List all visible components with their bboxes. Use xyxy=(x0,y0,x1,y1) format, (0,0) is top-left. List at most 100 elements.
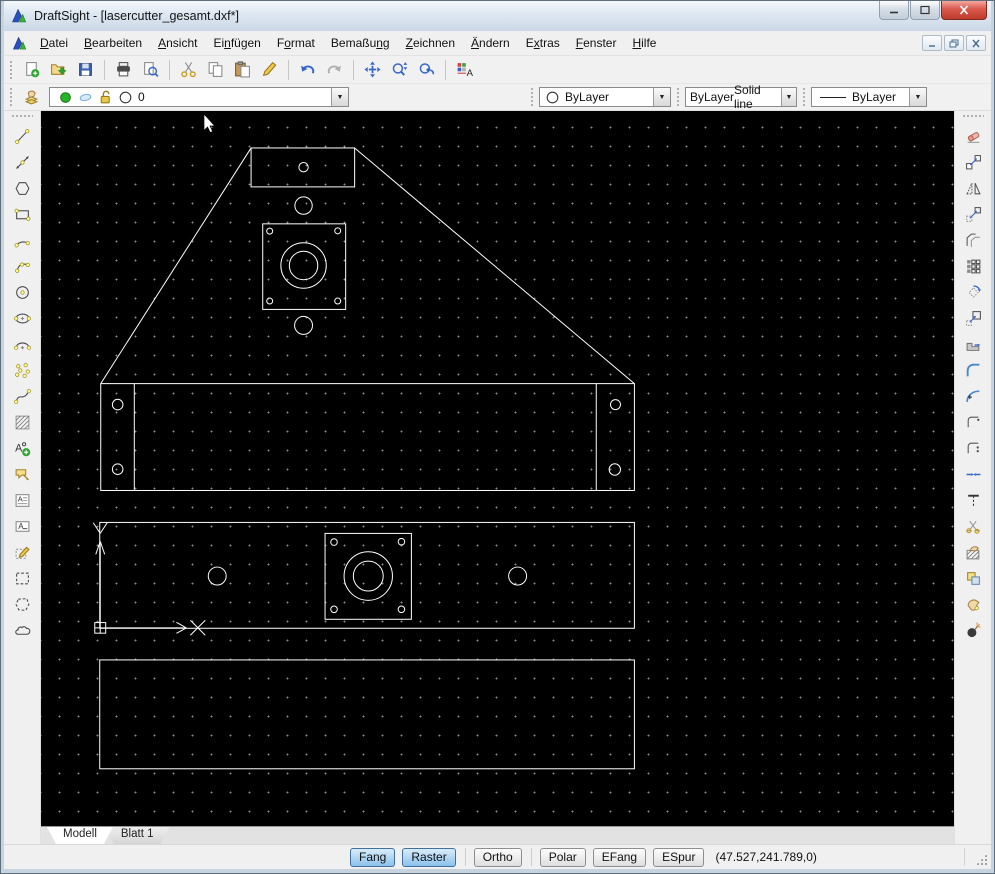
simple-note-tool-button[interactable]: A xyxy=(9,513,36,539)
paste-button[interactable] xyxy=(229,58,256,82)
point-tool-button[interactable] xyxy=(9,357,36,383)
menu-ansicht[interactable]: Ansicht xyxy=(150,32,205,54)
arc-tool-button[interactable] xyxy=(9,227,36,253)
mdi-close-button[interactable] xyxy=(966,35,986,51)
line-style-combo[interactable]: ByLayer Solid line ▼ xyxy=(685,87,797,107)
copy-button[interactable] xyxy=(202,58,229,82)
menu-format[interactable]: Format xyxy=(269,32,323,54)
undo-button[interactable] xyxy=(294,58,321,82)
split-tool-button[interactable] xyxy=(960,513,987,539)
toggle-fang[interactable]: Fang xyxy=(350,848,395,867)
power-trim-tool-button[interactable] xyxy=(960,487,987,513)
menu-bearbeiten[interactable]: Bearbeiten xyxy=(76,32,150,54)
zoom-previous-button[interactable] xyxy=(413,58,440,82)
toggle-raster[interactable]: Raster xyxy=(402,848,455,867)
mdi-minimize-button[interactable] xyxy=(922,35,942,51)
redo-button[interactable] xyxy=(321,58,348,82)
ellipse-tool-button[interactable] xyxy=(9,305,36,331)
menu--ndern[interactable]: Ändern xyxy=(463,32,518,54)
line-weight-combo[interactable]: ByLayer ▼ xyxy=(811,87,927,107)
rotate-tool-button[interactable] xyxy=(960,279,987,305)
cut-button[interactable] xyxy=(175,58,202,82)
close-button[interactable] xyxy=(941,1,987,20)
layers-manager-button[interactable] xyxy=(18,85,45,109)
menu-extras[interactable]: Extras xyxy=(518,32,568,54)
revision-cloud-tool-button[interactable] xyxy=(9,617,36,643)
round-edges-tool-button[interactable] xyxy=(960,409,987,435)
circle-tool-button[interactable] xyxy=(9,279,36,305)
delete-tool-button[interactable] xyxy=(960,123,987,149)
menu-zeichnen[interactable]: Zeichnen xyxy=(398,32,463,54)
print-preview-button[interactable] xyxy=(137,58,164,82)
draw-toolbar-drag-handle[interactable] xyxy=(11,114,33,119)
menu-fenster[interactable]: Fenster xyxy=(568,32,625,54)
line-style-dropdown[interactable]: ▼ xyxy=(781,88,796,106)
sheet-tab-blatt-1[interactable]: Blatt 1 xyxy=(105,827,170,844)
new-button[interactable] xyxy=(18,58,45,82)
maximize-button[interactable] xyxy=(910,1,940,20)
callout-tool-button[interactable] xyxy=(9,461,36,487)
edit-hatch-tool-button[interactable] xyxy=(960,539,987,565)
pattern-tool-button[interactable] xyxy=(960,253,987,279)
polygon-tool-button[interactable] xyxy=(9,175,36,201)
drawing-canvas[interactable] xyxy=(41,111,954,826)
drawing-circle xyxy=(335,298,341,304)
toggle-polar[interactable]: Polar xyxy=(540,848,586,867)
mirror-tool-button[interactable] xyxy=(960,175,987,201)
rectangle-tool-button[interactable] xyxy=(9,201,36,227)
blend-curve-tool-button[interactable] xyxy=(960,383,987,409)
line-color-dropdown[interactable]: ▼ xyxy=(653,88,670,106)
edit-annotation-tool-button[interactable] xyxy=(9,539,36,565)
linestyle-drag-handle[interactable] xyxy=(676,87,681,107)
color-toolbar-drag-handle[interactable] xyxy=(530,87,535,107)
format-painter-button[interactable] xyxy=(256,58,283,82)
minimize-button[interactable] xyxy=(879,1,909,20)
fillet-tool-button[interactable] xyxy=(960,357,987,383)
copy-entity-tool-button[interactable] xyxy=(960,149,987,175)
toggle-espur[interactable]: ESpur xyxy=(653,848,704,867)
elliptical-arc-tool-button[interactable] xyxy=(9,331,36,357)
text-style-tool-button[interactable]: A xyxy=(9,435,36,461)
edit-polyline-tool-button[interactable] xyxy=(960,435,987,461)
scale-tool-button[interactable] xyxy=(960,305,987,331)
join-tool-button[interactable] xyxy=(960,461,987,487)
layer-combo-dropdown[interactable]: ▼ xyxy=(331,88,348,106)
note-tool-button[interactable]: A xyxy=(9,487,36,513)
hatch-tool-button[interactable] xyxy=(9,409,36,435)
infinite-line-tool-button[interactable] xyxy=(9,149,36,175)
pan-button[interactable] xyxy=(359,58,386,82)
region-tool-button[interactable] xyxy=(9,565,36,591)
resize-grip[interactable] xyxy=(975,853,988,866)
line-color-combo[interactable]: ByLayer ▼ xyxy=(539,87,671,107)
mdi-restore-button[interactable] xyxy=(944,35,964,51)
spline-tool-button[interactable] xyxy=(9,383,36,409)
explode-tool-button[interactable] xyxy=(960,617,987,643)
lineweight-drag-handle[interactable] xyxy=(802,87,807,107)
toggle-ortho[interactable]: Ortho xyxy=(474,848,522,867)
menu-bema-ung[interactable]: Bemaßung xyxy=(323,32,398,54)
make-block-tool-button[interactable] xyxy=(960,565,987,591)
arc-3point-tool-button[interactable] xyxy=(9,253,36,279)
menu-hilfe[interactable]: Hilfe xyxy=(624,32,664,54)
offset-tool-button[interactable] xyxy=(960,227,987,253)
toggle-efang[interactable]: EFang xyxy=(593,848,646,867)
menu-datei[interactable]: Datei xyxy=(32,32,76,54)
save-button[interactable] xyxy=(72,58,99,82)
open-button[interactable] xyxy=(45,58,72,82)
properties-button[interactable]: A xyxy=(451,58,478,82)
line-weight-dropdown[interactable]: ▼ xyxy=(909,88,926,106)
menu-einf-gen[interactable]: Einfügen xyxy=(205,32,268,54)
sheet-tab-modell[interactable]: Modell xyxy=(47,827,113,844)
zoom-button[interactable] xyxy=(386,58,413,82)
stretch-tool-button[interactable] xyxy=(960,331,987,357)
edit-component-tool-button[interactable] xyxy=(960,591,987,617)
wipeout-tool-button[interactable] xyxy=(9,591,36,617)
title-bar[interactable]: DraftSight - [lasercutter_gesamt.dxf*] xyxy=(4,1,991,31)
modify-toolbar-drag-handle[interactable] xyxy=(962,114,984,119)
layer-toolbar-drag-handle[interactable] xyxy=(9,87,14,107)
print-button[interactable] xyxy=(110,58,137,82)
layer-combo[interactable]: 0 ▼ xyxy=(49,87,349,107)
line-tool-button[interactable] xyxy=(9,123,36,149)
move-tool-button[interactable] xyxy=(960,201,987,227)
toolbar-drag-handle[interactable] xyxy=(9,60,14,80)
